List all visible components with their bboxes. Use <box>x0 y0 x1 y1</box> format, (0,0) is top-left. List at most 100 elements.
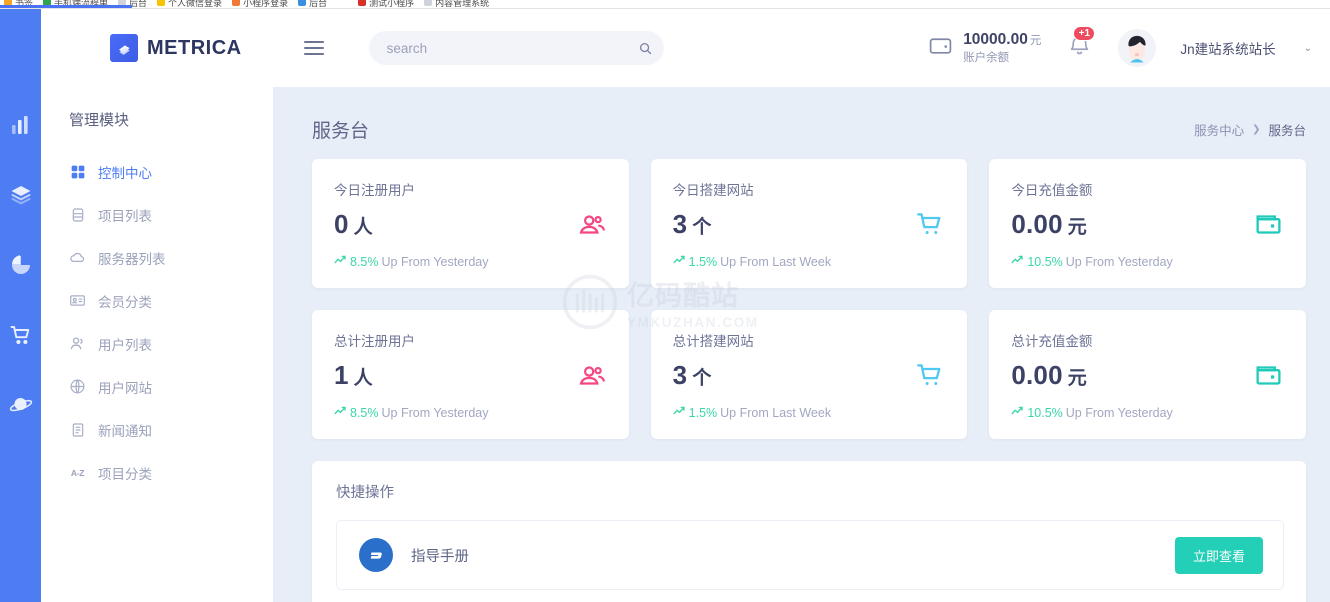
stat-card-trend: 1.5% Up From Last Week <box>673 405 946 421</box>
user-icon <box>69 335 86 352</box>
stat-card-label: 今日充值金额 <box>1011 183 1093 198</box>
sidebar-item-label: 用户网站 <box>98 380 152 396</box>
stat-card-trend: 10.5% Up From Yesterday <box>1011 405 1284 421</box>
cloud-icon <box>69 249 86 266</box>
tab-underline <box>0 5 132 8</box>
quick-action-row: 指导手册 立即查看 <box>336 520 1284 590</box>
breadcrumb-separator-icon: ❯ <box>1252 123 1261 135</box>
account-balance[interactable]: 10000.00 元 账户余额 <box>928 30 1041 65</box>
header-right-group: 10000.00 元 账户余额 +1 Jn建站系统站长 ⌄ <box>928 26 1330 67</box>
sidebar-item-6[interactable]: 新闻通知 <box>69 408 273 451</box>
wallet-icon <box>1254 361 1284 391</box>
trend-text: Up From Last Week <box>720 255 832 269</box>
trend-percent: 8.5% <box>350 406 379 420</box>
sidebar-nav-list: 控制中心项目列表服务器列表会员分类 用户列表用户网站新闻通知 A-Z 项目分类 <box>69 150 273 494</box>
pie-chart-icon[interactable] <box>9 253 33 277</box>
stat-card: 总计注册用户 1 人 8.5% Up From Yesterday <box>312 310 629 439</box>
layers-icon[interactable] <box>9 183 33 207</box>
planet-icon[interactable] <box>9 393 33 417</box>
balance-unit: 元 <box>1029 35 1042 48</box>
sidebar-item-label: 服务器列表 <box>98 251 166 267</box>
stat-card-value: 0.00 元 <box>1011 209 1087 240</box>
sidebar-item-4[interactable]: 用户列表 <box>69 322 273 365</box>
stat-card-number: 0.00 <box>1011 360 1063 390</box>
browser-bookmarks-bar: 书签 手机端流程单 后台 个人微信登录 小程序登录 后台 测试小程序 内容管理系统 <box>0 0 1330 9</box>
cart-icon <box>915 210 945 240</box>
trend-percent: 1.5% <box>688 255 718 269</box>
menu-toggle-icon[interactable] <box>303 40 324 56</box>
database-icon <box>69 206 86 223</box>
search-button[interactable] <box>631 34 660 62</box>
trend-up-icon <box>673 405 686 421</box>
stat-card: 今日注册用户 0 人 8.5% Up From Yesterday <box>312 159 629 288</box>
quick-action-label: 指导手册 <box>411 548 469 565</box>
stat-card-number: 0 <box>334 209 349 239</box>
sidebar-item-1[interactable]: 项目列表 <box>69 193 273 236</box>
cart-icon <box>915 361 945 391</box>
chevron-down-icon[interactable]: ⌄ <box>1304 43 1312 54</box>
bookmark-label: 内容管理系统 <box>435 0 490 8</box>
sidebar: 管理模块 控制中心项目列表服务器列表会员分类 用户列表用户网站新闻通知 A-Z 项目分… <box>41 87 273 602</box>
quick-actions-panel: 快捷操作 指导手册 立即查看 <box>312 461 1306 602</box>
top-header: METRICA 10000.00元 账户余额 + <box>41 9 1330 87</box>
trend-percent: 10.5% <box>1027 406 1063 420</box>
bookmark-favicon-icon <box>232 0 241 6</box>
sidebar-item-3[interactable]: 会员分类 <box>69 279 273 322</box>
sidebar-item-5[interactable]: 用户网站 <box>69 365 273 408</box>
stat-card-unit: 元 <box>1067 217 1087 238</box>
grid-icon <box>69 163 86 180</box>
sidebar-item-label: 新闻通知 <box>98 423 152 439</box>
trend-text: Up From Yesterday <box>1065 255 1173 269</box>
trend-text: Up From Last Week <box>720 406 832 420</box>
bookmark-item[interactable]: 后台 <box>298 0 327 8</box>
stat-card-trend: 10.5% Up From Yesterday <box>1011 254 1284 270</box>
wallet-icon <box>1254 210 1284 240</box>
bookmark-item[interactable]: 小程序登录 <box>232 0 289 8</box>
breadcrumb-current: 服务台 <box>1268 123 1306 138</box>
id-card-icon <box>69 292 86 309</box>
stat-card-label: 今日搭建网站 <box>672 183 754 198</box>
user-name[interactable]: Jn建站系统站长 <box>1180 38 1275 58</box>
stat-card: 今日充值金额 0.00 元 10.5% Up From Yesterday <box>989 159 1306 288</box>
stat-card-unit: 人 <box>353 217 373 238</box>
globe-icon <box>69 378 86 395</box>
trend-up-icon <box>334 254 347 270</box>
stat-card-number: 3 <box>672 360 688 390</box>
bookmark-label: 小程序登录 <box>243 0 289 8</box>
sidebar-item-label: 项目列表 <box>98 208 152 224</box>
quick-action-button[interactable]: 立即查看 <box>1174 536 1263 574</box>
app-rail <box>0 9 41 602</box>
bookmark-item[interactable]: 个人微信登录 <box>157 0 223 8</box>
stat-card-unit: 个 <box>692 217 712 238</box>
bar-chart-icon[interactable] <box>9 113 33 137</box>
bookmark-item[interactable]: 测试小程序 <box>358 0 415 8</box>
bookmark-item[interactable] <box>337 0 348 8</box>
avatar[interactable] <box>1118 29 1157 67</box>
notifications-button[interactable]: +1 <box>1063 26 1096 67</box>
bookmark-label: 测试小程序 <box>369 0 415 8</box>
stat-card-label: 今日注册用户 <box>334 183 415 198</box>
breadcrumb-parent[interactable]: 服务中心 <box>1194 120 1244 139</box>
brand-logo[interactable]: METRICA <box>110 34 242 62</box>
bookmark-item[interactable]: 内容管理系统 <box>424 0 490 8</box>
bookmark-favicon-icon <box>298 0 307 6</box>
trend-percent: 10.5% <box>1027 255 1063 269</box>
trend-up-icon <box>334 405 347 421</box>
bookmark-label: 个人微信登录 <box>168 0 223 8</box>
stat-card-value: 3个 <box>673 360 712 391</box>
page-header: 服务台 服务中心 ❯ 服务台 <box>312 107 1306 151</box>
sidebar-item-0[interactable]: 控制中心 <box>69 150 273 193</box>
stat-card-value: 0.00 元 <box>1011 360 1087 391</box>
cart-icon[interactable] <box>9 323 33 347</box>
search-box[interactable] <box>368 31 664 65</box>
trend-text: Up From Yesterday <box>1065 406 1173 420</box>
sidebar-item-label: 控制中心 <box>98 165 152 181</box>
bookmark-favicon-icon <box>358 0 367 6</box>
sidebar-title: 管理模块 <box>69 112 130 129</box>
sidebar-item-7[interactable]: A-Z 项目分类 <box>69 451 273 494</box>
sidebar-item-2[interactable]: 服务器列表 <box>69 236 273 279</box>
breadcrumb: 服务中心 ❯ 服务台 <box>1194 120 1306 139</box>
search-input[interactable] <box>368 40 664 56</box>
quick-actions-list: 指导手册 立即查看 <box>336 520 1284 590</box>
stat-card-value: 1人 <box>334 360 373 391</box>
